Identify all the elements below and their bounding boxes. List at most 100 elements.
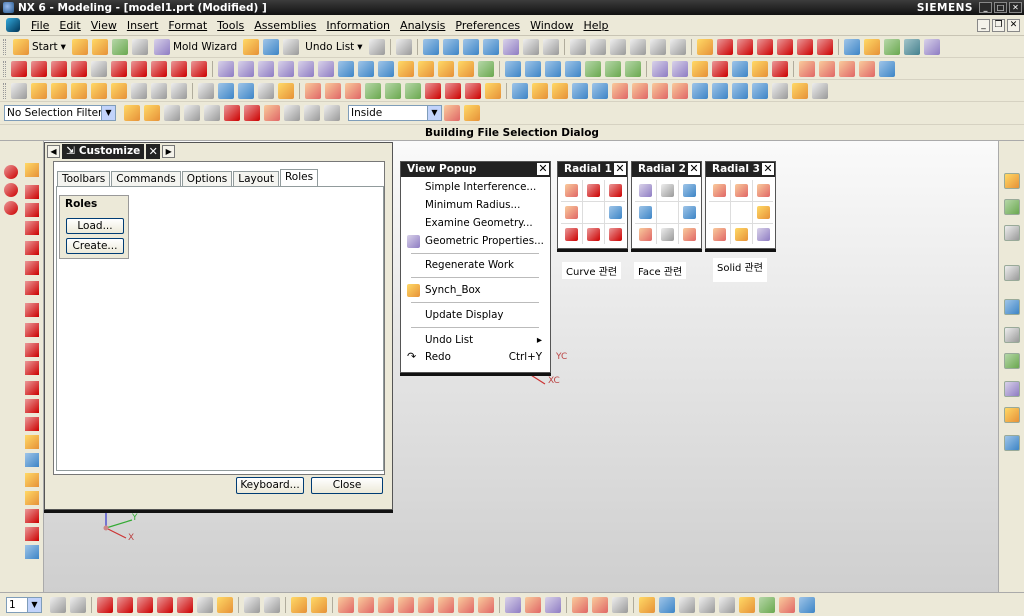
wcs-display-icon[interactable] [177,596,193,613]
select-body-filter-icon[interactable] [444,105,460,121]
render-icon[interactable] [659,596,675,613]
solid-subtract-icon[interactable] [735,184,748,197]
ellipse-icon[interactable] [191,60,207,77]
select-face-icon[interactable] [204,105,220,121]
replace-face-icon[interactable] [592,82,608,99]
trim-body-icon[interactable] [445,82,461,99]
move-to-layer-icon[interactable] [70,596,86,613]
tab-options[interactable]: Options [181,171,233,186]
redo-icon[interactable] [368,38,385,55]
bridge-curve-icon[interactable] [609,228,622,241]
angle-measure-icon[interactable] [311,596,327,613]
triangle-icon[interactable] [258,82,274,99]
layer-icon[interactable] [752,60,768,77]
export-jpeg-icon[interactable] [699,596,715,613]
pin-icon[interactable]: ⇲ [66,144,75,159]
tab-toolbars[interactable]: Toolbars [57,171,111,186]
transform-icon[interactable] [859,60,875,77]
keyboard-button[interactable]: Keyboard... [236,477,304,494]
part-navigator-icon[interactable] [1004,199,1020,215]
split-body-icon[interactable] [465,82,481,99]
print-icon[interactable] [131,38,148,55]
n-sided-icon[interactable] [565,60,581,77]
close-icon[interactable]: ✕ [146,144,161,159]
extension-icon[interactable] [625,60,641,77]
customize-title-bar[interactable]: ⇲ Customize [62,144,145,159]
ruled-face-icon[interactable] [661,184,674,197]
extract-icon[interactable] [318,60,334,77]
fillet-tool-icon[interactable] [25,221,39,235]
mirror-curve-icon[interactable] [438,60,454,77]
tab-roles[interactable]: Roles [279,169,319,186]
join-icon[interactable] [298,60,314,77]
angle-icon[interactable] [25,417,39,431]
offset-curve-icon[interactable] [565,206,578,219]
resize-blend-icon[interactable] [672,82,688,99]
load-role-button[interactable]: Load... [66,218,124,234]
render-style-icon[interactable] [522,38,539,55]
move-face-icon[interactable] [612,82,628,99]
edge-blend-icon[interactable] [365,82,381,99]
measure-icon[interactable] [903,38,920,55]
gear-icon[interactable] [863,38,880,55]
text-icon[interactable] [91,60,107,77]
solid-chamfer-icon[interactable] [735,228,748,241]
mold-wizard-button[interactable]: Mold Wizard [150,38,241,55]
inquiry-icon[interactable] [696,38,713,55]
swept-icon[interactable] [545,60,561,77]
fit-icon[interactable] [442,38,459,55]
menu-help[interactable]: Help [578,19,613,32]
project-icon[interactable] [238,60,254,77]
save-disk-icon[interactable] [263,38,280,55]
face-blend-icon[interactable] [683,184,696,197]
tab-commands[interactable]: Commands [111,171,181,186]
system-scenes-icon[interactable] [1004,435,1020,451]
grid-toggle-icon[interactable] [244,596,260,613]
surface-icon[interactable] [505,60,521,77]
arc-icon[interactable] [31,60,47,77]
mdi-minimize-button[interactable]: _ [977,18,990,32]
scale-curve-icon[interactable] [458,60,474,77]
fillet-curve-icon[interactable] [776,38,793,55]
export-png-icon[interactable] [719,596,735,613]
boss-icon[interactable] [131,82,147,99]
smooth-icon[interactable] [478,60,494,77]
cube-blue-icon[interactable] [843,38,860,55]
isoparametric-icon[interactable] [358,60,374,77]
mdi-close-button[interactable]: ✕ [1007,18,1020,32]
solid-blend-icon[interactable] [713,228,726,241]
close-icon[interactable]: ✕ [614,163,626,175]
menu-insert[interactable]: Insert [122,19,164,32]
texture-icon[interactable] [759,596,775,613]
face-outline-icon[interactable] [639,184,652,197]
deselect-icon[interactable] [244,105,260,121]
mate-icon[interactable] [378,596,394,613]
cone-icon[interactable] [238,82,254,99]
wcs-rotate-icon[interactable] [137,596,153,613]
work-layer-select[interactable]: 1 ▼ [6,596,42,613]
trim-tool-icon[interactable] [25,303,39,317]
chamfer-icon[interactable] [385,82,401,99]
menu-tools[interactable]: Tools [212,19,249,32]
maximize-button[interactable]: □ [994,2,1007,13]
folder-tool-icon[interactable] [25,491,39,505]
background-icon[interactable] [542,38,559,55]
constraint-navigator-icon[interactable] [1004,225,1020,241]
menu-edit[interactable]: Edit [54,19,85,32]
thread-icon[interactable] [752,82,768,99]
bounded-plane-icon[interactable] [585,60,601,77]
wrench-icon[interactable] [692,60,708,77]
mdi-restore-button[interactable]: ❐ [992,18,1005,32]
lasso-select-icon[interactable] [304,105,320,121]
menu-preferences[interactable]: Preferences [450,19,525,32]
binoculars-icon[interactable] [395,38,412,55]
arc-tool-icon[interactable] [25,203,39,217]
ruler-icon[interactable] [291,596,307,613]
block-icon[interactable] [198,82,214,99]
menu-item-update-display[interactable]: Update Display [401,307,550,323]
sketch-icon[interactable] [569,38,586,55]
curve-tool-icon[interactable] [565,184,578,197]
radial-2-header[interactable]: Radial 2 ✕ [632,162,701,177]
select-feature-icon[interactable] [164,105,180,121]
wcs-origin-icon[interactable] [97,596,113,613]
